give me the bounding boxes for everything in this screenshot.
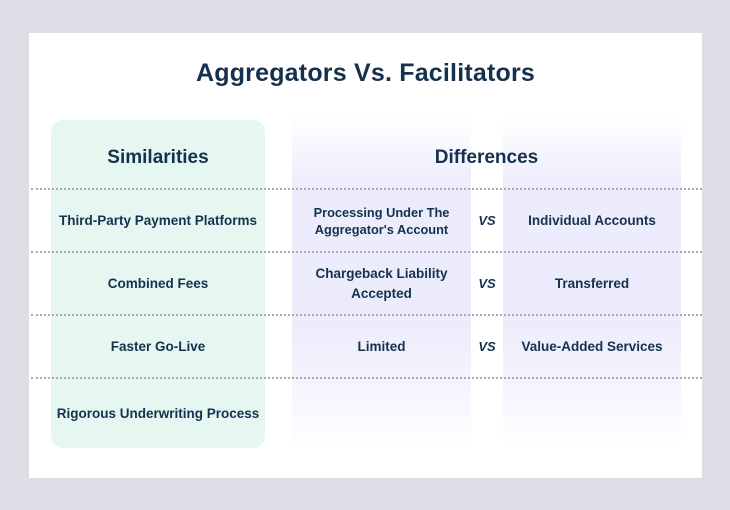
infographic-card: Aggregators Vs. Facilitators Similaritie… xyxy=(29,33,702,478)
difference-facilitator: Transferred xyxy=(554,276,630,291)
similarity-item: Combined Fees xyxy=(107,276,209,291)
differences-heading: Differences xyxy=(434,147,539,168)
similarity-item: Faster Go-Live xyxy=(110,339,206,354)
difference-facilitator: Value-Added Services xyxy=(521,339,663,354)
vs-label: VS xyxy=(478,213,496,228)
similarities-heading: Similarities xyxy=(107,147,209,168)
difference-aggregator: Limited xyxy=(357,339,406,354)
vs-label: VS xyxy=(478,276,496,291)
difference-aggregator: Chargeback Liability Accepted xyxy=(315,265,448,301)
vs-label: VS xyxy=(478,339,496,354)
similarity-item: Rigorous Underwriting Process xyxy=(56,405,260,421)
difference-facilitator: Individual Accounts xyxy=(528,213,656,228)
difference-aggregator: Processing Under The Aggregator's Accoun… xyxy=(313,204,450,237)
similarity-item: Third-Party Payment Platforms xyxy=(58,213,258,228)
infographic-title: Aggregators Vs. Facilitators xyxy=(195,59,536,87)
